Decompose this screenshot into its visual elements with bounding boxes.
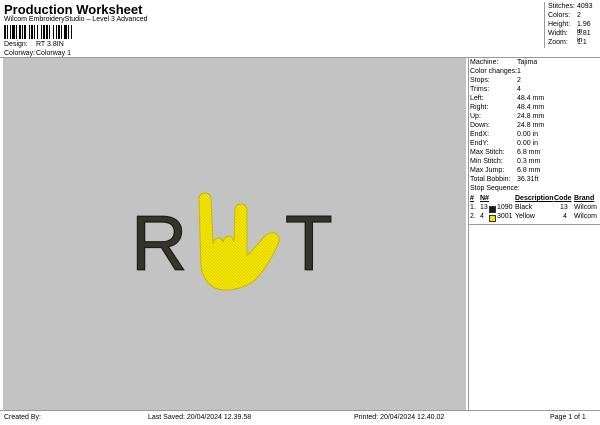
info-value: 48.4 mm — [517, 95, 545, 102]
info-value: 24.8 mm — [517, 113, 545, 120]
info-value: 2 — [517, 77, 521, 84]
design-value: RT 3.8IN — [36, 41, 64, 48]
stop-sequence-title: Stop Sequence: — [470, 185, 520, 192]
info-value: 6.8 mm — [517, 167, 541, 174]
stop-sequence-header: # N# Description Code Brand — [470, 195, 598, 204]
col-needle: N# — [480, 195, 489, 202]
info-value: 0.3 mm — [517, 158, 541, 165]
info-value: 48.4 mm — [517, 104, 545, 111]
info-label: Down: — [470, 122, 490, 129]
info-value: 0.00 in — [517, 140, 539, 147]
hand-sign-icon — [198, 192, 280, 291]
colorway-value: Colorway 1 — [36, 50, 72, 57]
info-label: Machine: — [470, 59, 499, 66]
page-title: Production Worksheet — [4, 2, 143, 17]
created-by: Created By: — [4, 414, 41, 421]
info-label: Min Stitch: — [470, 158, 503, 165]
info-value: 4 — [517, 86, 521, 93]
design-label: Design: — [4, 41, 28, 48]
stop-row-2: 2. 4 3001 Yellow 4 Wilcom — [470, 213, 597, 222]
page-number: Page 1 of 1 — [550, 414, 586, 421]
summary-panel: Stitches: 4093 Colors: 2 Height: 1.96 in Wi… — [544, 2, 600, 48]
info-value: 24.8 mm — [517, 122, 545, 129]
col-code: Code — [554, 195, 572, 202]
info-label: Max Jump: — [470, 167, 505, 174]
design-artwork: R T — [130, 192, 333, 291]
last-saved: Last Saved: 20/04/2024 12.39.58 — [148, 414, 252, 421]
info-label: Trims: — [470, 86, 490, 93]
info-value: Tajima — [517, 59, 538, 66]
info-value: 36.31ft — [517, 176, 539, 183]
info-label: EndX: — [470, 131, 490, 138]
color-swatch-yellow — [489, 215, 496, 222]
color-swatch-black — [489, 206, 496, 213]
info-label: Max Stitch: — [470, 149, 505, 156]
info-label: Up: — [470, 113, 481, 120]
footer: Created By: Last Saved: 20/04/2024 12.39… — [0, 410, 600, 425]
stop-row-1: 1. 13 1090 Black 13 Wilcom — [470, 204, 597, 213]
info-label: EndY: — [470, 140, 489, 147]
col-num: # — [470, 195, 474, 202]
info-label: Right: — [470, 104, 489, 111]
info-label: Stops: — [470, 77, 490, 84]
info-label: Color changes: — [470, 68, 518, 75]
letter-t: T — [285, 199, 333, 287]
info-value: 0.00 in — [517, 131, 539, 138]
stop-sequence: Stop Sequence: # N# Description Code Bra… — [470, 185, 600, 225]
design-preview: R T — [3, 58, 466, 410]
sequence-divider — [468, 224, 600, 225]
printed-date: Printed: 20/04/2024 12.40.02 — [354, 414, 445, 421]
col-brand: Brand — [574, 195, 595, 202]
info-label: Left: — [470, 95, 484, 102]
letter-r: R — [131, 199, 187, 287]
design-row: Design: RT 3.8IN — [4, 41, 204, 50]
software-subtitle: Wilcom EmbroideryStudio – Level 3 Advanc… — [4, 16, 148, 23]
panel-divider — [468, 57, 469, 410]
info-value: 6.8 mm — [517, 149, 541, 156]
barcode — [4, 25, 72, 39]
col-description: Description — [515, 195, 554, 202]
colorway-label: Colorway: — [4, 50, 36, 57]
info-label: Total Bobbin: — [470, 176, 511, 183]
info-value: 1 — [517, 68, 521, 75]
